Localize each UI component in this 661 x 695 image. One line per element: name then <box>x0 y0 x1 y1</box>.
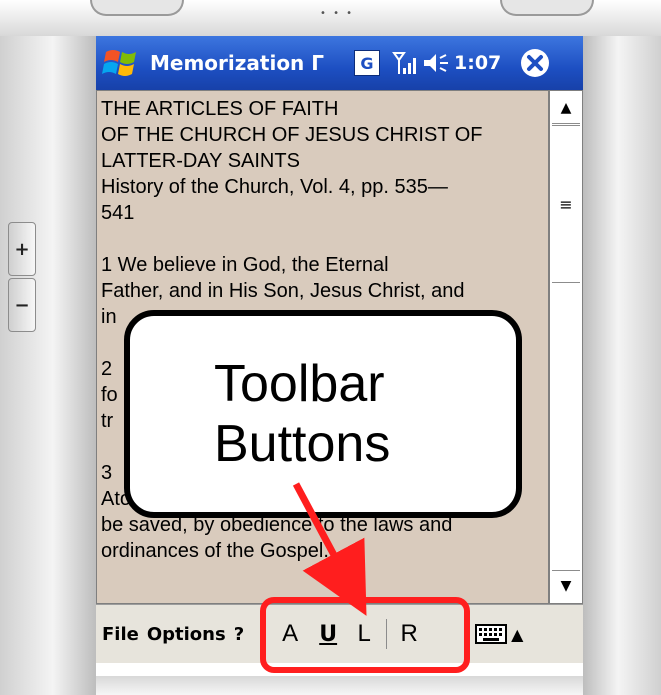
close-icon[interactable] <box>519 47 551 79</box>
keyboard-menu-arrow-icon[interactable]: ▲ <box>511 625 523 644</box>
text-line <box>101 226 544 252</box>
speaker-icon[interactable] <box>422 50 452 76</box>
device-top-bezel: • • • <box>0 0 661 36</box>
callout-line-1: Toolbar <box>214 355 385 413</box>
device-speaker-left <box>90 0 184 16</box>
device-speaker-right <box>500 0 594 16</box>
menu-help[interactable]: ? <box>234 624 244 645</box>
device-left-side: + − <box>0 36 96 695</box>
title-bar: Memorization Г G 1:07 <box>96 36 583 90</box>
keyboard-icon[interactable] <box>475 621 508 647</box>
clock[interactable]: 1:07 <box>454 52 501 74</box>
text-line: 541 <box>101 202 135 224</box>
text-line: THE ARTICLES OF FAITH <box>101 98 339 120</box>
callout-line-2: Buttons <box>214 415 391 473</box>
scroll-thumb[interactable]: ≡ <box>552 125 580 283</box>
window-title: Memorization Г <box>150 51 325 75</box>
text-line: Father, and in His Son, Jesus Christ, an… <box>101 280 465 302</box>
device-bottom-bezel <box>96 676 583 695</box>
scroll-down-arrow-icon[interactable]: ▼ <box>552 570 580 601</box>
volume-down-button[interactable]: − <box>8 278 36 332</box>
text-line: OF THE CHURCH OF JESUS CHRIST OF <box>101 124 483 146</box>
vertical-scrollbar[interactable]: ▲ ≡ ▼ <box>549 90 583 604</box>
toolbar-buttons-highlight <box>260 597 470 673</box>
scroll-up-arrow-icon[interactable]: ▲ <box>552 93 580 124</box>
text-line: History of the Church, Vol. 4, pp. 535— <box>101 176 448 198</box>
text-line: LATTER-DAY SAINTS <box>101 150 300 172</box>
windows-start-icon[interactable] <box>100 42 142 84</box>
menu-options[interactable]: Options <box>147 624 226 645</box>
signal-icon[interactable] <box>392 50 418 76</box>
device-right-side <box>583 36 661 695</box>
volume-up-button[interactable]: + <box>8 222 36 276</box>
annotation-callout: Toolbar Buttons <box>124 310 522 518</box>
device-speaker-dots: • • • <box>320 8 355 19</box>
text-line: 1 We believe in God, the Eternal <box>101 254 389 276</box>
g-icon[interactable]: G <box>354 50 380 76</box>
text-line: ordinances of the Gospel. <box>101 540 329 562</box>
menu-file[interactable]: File <box>102 624 139 645</box>
